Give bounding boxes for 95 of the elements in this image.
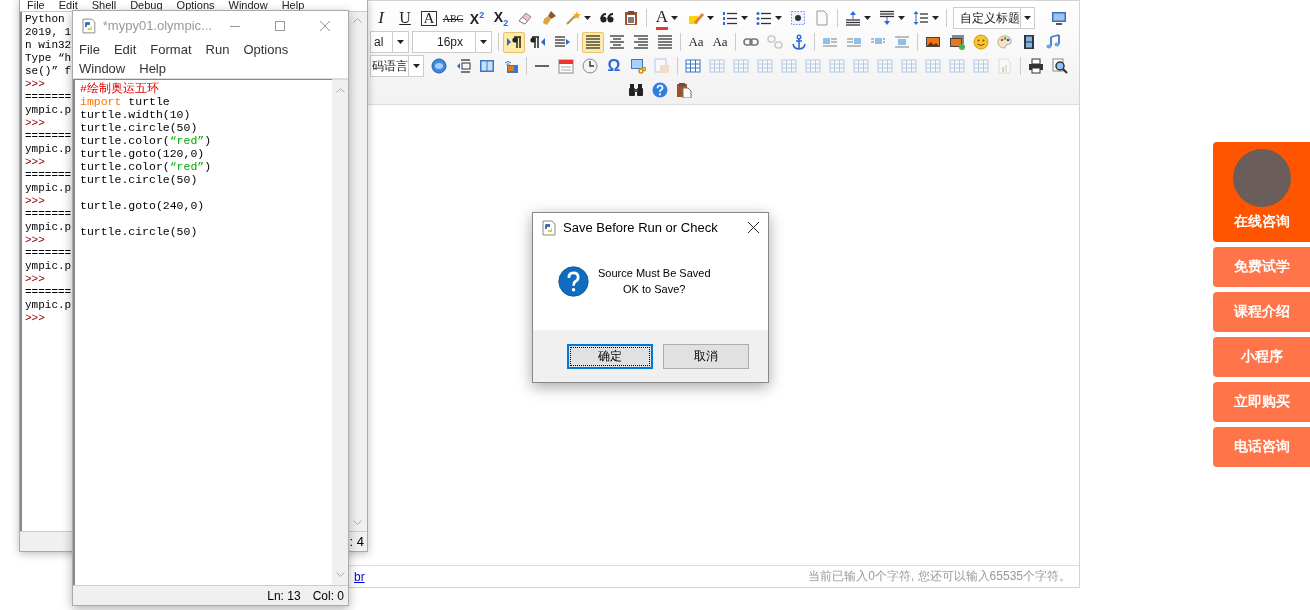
shell-output: ======= <box>25 130 72 143</box>
prompt: >>> <box>25 156 45 169</box>
code-line: turtle.color(“red”) <box>80 160 213 173</box>
caret-icon[interactable] <box>412 64 420 68</box>
shell-output: ympic.p <box>25 182 72 195</box>
caret-icon[interactable] <box>584 16 591 20</box>
code-line: turtle.width(10) <box>80 108 192 121</box>
scroll-down-icon[interactable] <box>352 520 362 525</box>
menu-item[interactable]: Help <box>139 59 166 78</box>
shell-output: ======= <box>25 208 72 221</box>
dialog-title: Save Before Run or Check <box>563 220 719 235</box>
shell-output: ======= <box>25 169 72 182</box>
shell-output: ympic.p <box>25 104 72 117</box>
font-color-button[interactable]: A <box>651 7 683 29</box>
shell-output: ympic.p <box>25 221 72 234</box>
italic-button[interactable]: I <box>370 7 392 29</box>
bullet-list-icon[interactable] <box>756 10 772 26</box>
shell-output: ======= <box>25 91 72 104</box>
code-line: turtle.circle(50) <box>80 224 199 238</box>
subscript-button[interactable]: X$_{2}$ <box>490 7 512 29</box>
menu-item[interactable]: File <box>27 0 45 11</box>
caret-icon[interactable] <box>932 16 939 20</box>
menu-item[interactable]: File <box>79 40 100 59</box>
code-language-dropdown[interactable]: 码语言 <box>370 55 424 77</box>
maximize-icon[interactable] <box>274 20 285 31</box>
menu-item[interactable]: Help <box>281 0 305 11</box>
underline-button[interactable]: U <box>394 7 416 29</box>
shell-output: se()” f <box>25 65 72 78</box>
numbered-list-icon[interactable] <box>722 10 738 26</box>
shell-output: ======= <box>25 247 72 260</box>
shell-output: ympic.p <box>25 299 72 312</box>
shell-output: Type “h <box>25 52 72 65</box>
prompt: >>> <box>25 312 45 325</box>
question-icon <box>558 265 589 297</box>
strikethrough-button[interactable]: ABC <box>442 7 464 29</box>
shell-output: Python <box>25 13 65 26</box>
font-grow-button[interactable]: Aa <box>685 31 707 53</box>
menu-item[interactable]: Debug <box>130 0 163 11</box>
code-line: import turtle <box>80 95 171 108</box>
menu-item[interactable]: Shell <box>91 0 117 11</box>
menu-item[interactable]: Options <box>176 0 215 11</box>
caret-icon[interactable] <box>707 16 714 20</box>
caret-icon[interactable] <box>671 16 679 20</box>
menu-item[interactable]: Run <box>205 40 230 59</box>
caret-icon[interactable] <box>397 40 404 44</box>
shell-output: ympic.p <box>25 143 72 156</box>
code-line: turtle.circle(50) <box>80 121 199 134</box>
menu-item[interactable]: Format <box>150 40 192 59</box>
code-line: turtle.goto(240,0) <box>80 198 206 212</box>
shell-output: ympic.p <box>25 260 72 273</box>
prompt: >>> <box>25 195 45 208</box>
line-number: Ln: 13 <box>267 588 301 603</box>
element-path-link[interactable]: br <box>354 569 365 584</box>
caret-icon[interactable] <box>1024 16 1031 20</box>
window-title: *mypy01.olympic... <box>102 18 212 33</box>
font-size-dropdown[interactable]: 16px <box>412 31 492 53</box>
caret-icon[interactable] <box>775 16 782 20</box>
cursor-position: : 4 <box>349 534 364 549</box>
line-height-icon[interactable] <box>913 10 929 26</box>
menu-item[interactable]: Options <box>243 40 289 59</box>
column-number: Col: 0 <box>312 588 344 603</box>
scroll-up-icon[interactable] <box>352 18 362 23</box>
dialog-message: Source Must Be Saved OK to Save? <box>598 266 711 297</box>
shell-output: 2019, 1 <box>25 26 72 39</box>
special-character-button[interactable]: Ω <box>603 55 625 77</box>
code-line: turtle.circle(50) <box>80 173 199 186</box>
menu-item[interactable]: Window <box>228 0 268 11</box>
close-icon[interactable] <box>747 222 759 233</box>
heading-style-dropdown[interactable]: 自定义标题 <box>953 7 1035 29</box>
menu-item[interactable]: Edit <box>113 40 137 59</box>
menu-item[interactable]: Edit <box>58 0 78 11</box>
menu-item[interactable]: Window <box>79 59 126 78</box>
caret-icon[interactable] <box>480 40 487 44</box>
caret-icon[interactable] <box>864 16 871 20</box>
confirm-button[interactable]: 确定 <box>567 343 653 369</box>
shell-output: n win32 <box>25 39 72 52</box>
prompt: >>> <box>25 234 45 247</box>
spacing-above-icon[interactable] <box>845 10 861 26</box>
shell-output: ======= <box>25 286 72 299</box>
code-line: #绘制奥运五环 <box>80 82 160 95</box>
prompt: >>> <box>25 78 45 91</box>
character-count: 当前已输入0个字符, 您还可以输入65535个字符。 <box>808 568 1071 585</box>
python-file-icon <box>541 219 557 236</box>
caret-icon[interactable] <box>898 16 905 20</box>
font-shrink-button[interactable]: Aa <box>709 31 731 53</box>
font-family-dropdown[interactable]: al <box>370 31 409 53</box>
spacing-below-icon[interactable] <box>879 10 895 26</box>
code-line: turtle.color(“red”) <box>80 134 213 147</box>
cancel-button[interactable]: 取消 <box>663 343 749 369</box>
prompt: >>> <box>25 273 45 286</box>
superscript-button[interactable]: X$^{2}$ <box>466 7 488 29</box>
caret-icon[interactable] <box>741 16 748 20</box>
code-line: turtle.goto(120,0) <box>80 147 206 160</box>
prompt: >>> <box>25 117 45 130</box>
python-file-icon <box>81 17 97 34</box>
